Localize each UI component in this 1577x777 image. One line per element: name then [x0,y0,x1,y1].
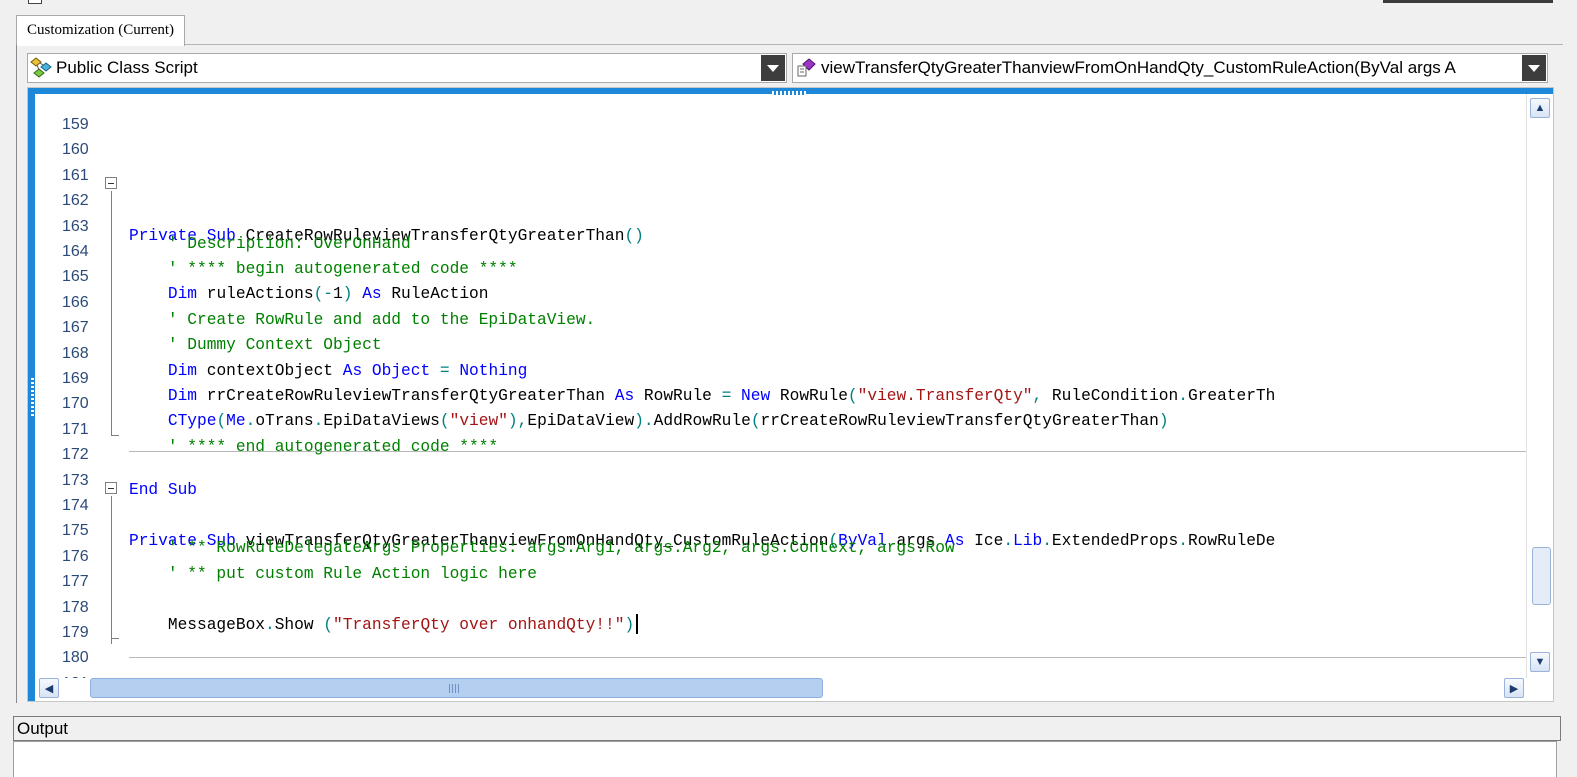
window-top-strip [0,0,1577,14]
panel-frame [16,45,17,703]
code-line: 179 [35,602,1526,641]
code-line: 166 ' Create RowRule and add to the EpiD… [35,272,1526,329]
code-line: 160 [35,119,1526,158]
code-line: 173 [35,450,1526,489]
collapse-icon[interactable] [105,482,117,494]
code-editor[interactable]: 159 160 161 162 Private Sub CreateRowRul… [27,87,1554,702]
code-line: 172 End Sub [35,424,1526,499]
chevron-up-icon[interactable]: ▲ [1530,98,1550,118]
chevron-right-icon[interactable]: ▶ [1504,678,1524,698]
code-area[interactable]: 159 160 161 162 Private Sub CreateRowRul… [35,94,1526,678]
horizontal-scrollbar[interactable]: ◀ ▶ [35,678,1553,701]
method-selector[interactable]: viewTransferQtyGreaterThanviewFromOnHand… [792,53,1548,83]
code-line: 165 Dim ruleActions(-1) As RuleAction [35,246,1526,303]
code-line: 169 Dim rrCreateRowRuleviewTransferQtyGr… [35,348,1526,405]
code-line: 181 Class [35,653,1526,678]
chevron-down-icon[interactable]: ▼ [1530,652,1550,672]
code-line: 164 ' **** begin autogenerated code **** [35,221,1526,278]
fold-end-marker [111,627,119,640]
method-icon [793,54,821,82]
code-line: 178 MessageBox.Show ("TransferQty over o… [35,577,1526,635]
code-line: 161 [35,145,1526,184]
fold-end-marker [111,424,119,437]
code-line: 180 End Sub [35,627,1526,666]
chevron-down-icon[interactable] [761,55,785,81]
left-grip[interactable] [31,378,34,416]
chevron-left-icon[interactable]: ◀ [39,678,59,698]
output-panel-header: Output [13,716,1561,741]
method-selector-value: viewTransferQtyGreaterThanviewFromOnHand… [821,58,1456,77]
tab-customization[interactable]: Customization (Current) [16,15,186,46]
code-line: 159 [35,94,1526,133]
code-line: 175 ' ** RowRuleDelegateArgs Properties:… [35,500,1526,557]
horizontal-scroll-thumb[interactable] [90,678,823,698]
class-selector-value: Public Class Script [56,58,198,77]
toolbar-button-edge[interactable] [1383,0,1553,3]
vertical-scrollbar[interactable]: ▲ ▼ [1526,94,1553,678]
code-line: 168 Dim contextObject As Object = Nothin… [35,323,1526,380]
code-line: 163 ' Description: OverOnHand [35,196,1526,253]
code-line: 174 Private Sub viewTransferQtyGreaterTh… [35,475,1526,550]
window-icon [28,0,42,4]
output-panel[interactable] [13,741,1557,777]
tab-strip: Customization (Current) [16,14,1563,46]
code-line: 170 CType(Me.oTrans.EpiDataViews("view")… [35,373,1526,430]
code-line: 176 ' ** put custom Rule Action logic he… [35,526,1526,583]
collapse-icon[interactable] [105,177,117,190]
code-line: 167 ' Dummy Context Object [35,297,1526,354]
code-line: 177 [35,551,1526,590]
code-line: 171 ' **** end autogenerated code **** [35,399,1526,456]
class-icon [28,54,56,82]
line-number: 181 [62,671,98,678]
class-selector[interactable]: Public Class Script [27,53,787,83]
code-line: 162 Private Sub CreateRowRuleviewTransfe… [35,170,1526,245]
vertical-scroll-thumb[interactable] [1532,547,1551,605]
chevron-down-icon[interactable] [1522,55,1546,81]
